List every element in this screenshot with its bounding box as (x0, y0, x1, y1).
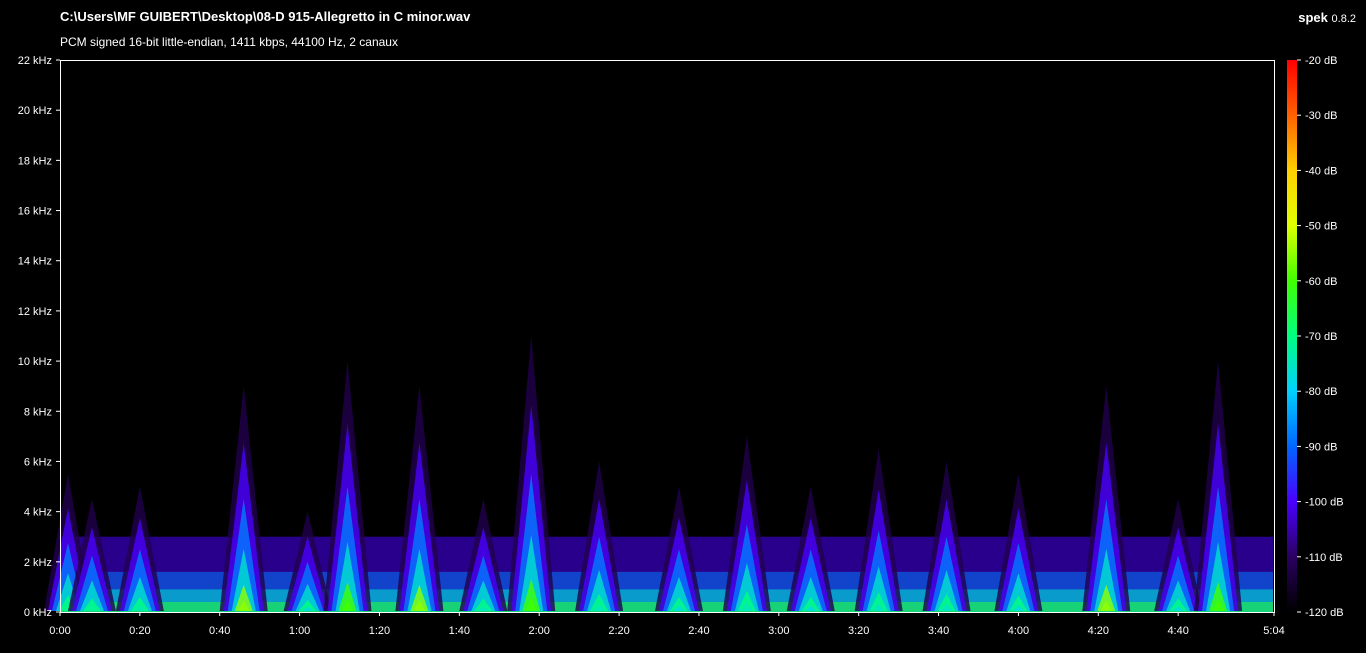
x-tick-label: 5:04 (1263, 625, 1284, 637)
colorbar-tick-label: -50 dB (1305, 221, 1337, 233)
colorbar-tick-label: -20 dB (1305, 55, 1337, 67)
colorbar-tick-label: -70 dB (1305, 331, 1337, 343)
y-tick-label: 14 kHz (18, 256, 52, 268)
colorbar-tick-label: -110 dB (1305, 552, 1343, 564)
x-tick-label: 3:00 (768, 625, 789, 637)
colorbar-axis: -20 dB -30 dB -40 dB -50 dB -60 dB -70 dB -80 … (1297, 55, 1344, 619)
y-tick-label: 2 kHz (24, 557, 52, 569)
x-tick-label: 4:40 (1167, 625, 1188, 637)
colorbar-tick-label: -90 dB (1305, 441, 1337, 453)
y-tick-label: 8 kHz (24, 406, 52, 418)
y-tick-label: 4 kHz (24, 507, 52, 519)
x-tick-label: 0:40 (209, 625, 230, 637)
y-tick-label: 22 kHz (18, 55, 52, 67)
colorbar-tick-label: -120 dB (1305, 607, 1344, 619)
colorbar-tick-label: -80 dB (1305, 386, 1337, 398)
x-tick-label: 0:00 (49, 625, 70, 637)
x-tick-label: 1:20 (369, 625, 390, 637)
frequency-axis: 0 kHz 2 kHz 4 kHz 6 kHz 8 kHz 10 kHz 12 kHz 14 … (18, 55, 60, 619)
y-tick-label: 10 kHz (18, 356, 52, 368)
x-tick-label: 1:40 (449, 625, 470, 637)
x-tick-label: 1:00 (289, 625, 310, 637)
x-tick-label: 2:40 (688, 625, 709, 637)
x-tick-label: 4:20 (1088, 625, 1109, 637)
time-axis: 0:00 0:20 0:40 1:00 1:20 1:40 2:00 2:20 2:40 3:00… (49, 612, 1285, 637)
x-tick-label: 0:20 (129, 625, 150, 637)
y-tick-label: 16 kHz (18, 206, 52, 218)
x-tick-label: 2:20 (608, 625, 629, 637)
colorbar-tick-label: -40 dB (1305, 165, 1337, 177)
y-tick-label: 0 kHz (24, 607, 52, 619)
y-tick-label: 6 kHz (24, 456, 52, 468)
colorbar-tick-label: -100 dB (1305, 497, 1344, 509)
colorbar-tick-label: -30 dB (1305, 110, 1337, 122)
x-tick-label: 3:20 (848, 625, 869, 637)
x-tick-label: 3:40 (928, 625, 949, 637)
y-tick-label: 18 kHz (18, 155, 52, 167)
x-tick-label: 2:00 (528, 625, 549, 637)
colorbar-tick-label: -60 dB (1305, 276, 1337, 288)
spectrogram-chart: 0 kHz 2 kHz 4 kHz 6 kHz 8 kHz 10 kHz 12 kHz 14 … (18, 55, 1344, 637)
y-tick-label: 20 kHz (18, 105, 52, 117)
colorbar (1287, 60, 1297, 612)
x-tick-label: 4:00 (1008, 625, 1029, 637)
y-tick-label: 12 kHz (18, 306, 52, 318)
